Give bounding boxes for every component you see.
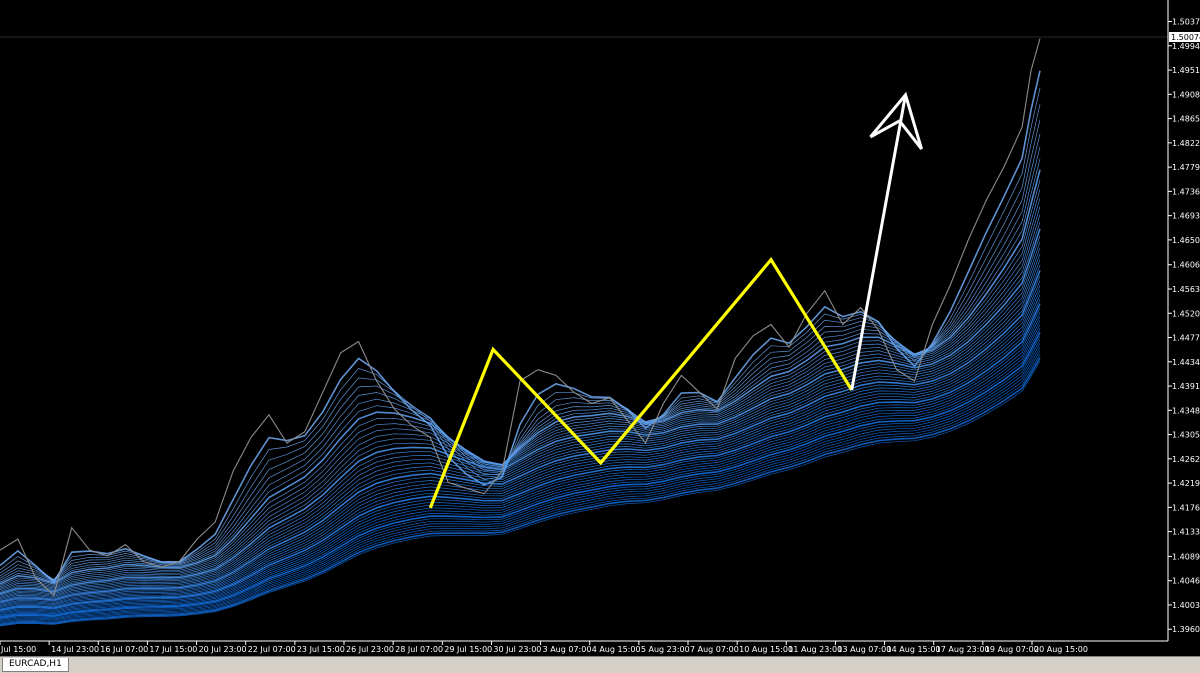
y-tick-label: 1.50370 [1172,18,1200,27]
y-tick-label: 1.46500 [1172,236,1200,245]
y-tick-label: 1.49510 [1172,66,1200,75]
x-tick-label: 11 Aug 23:00 [788,645,842,654]
y-tick-label: 1.46930 [1172,212,1200,221]
y-tick-label: 1.46060 [1172,261,1200,270]
y-tick-label: 1.43050 [1172,431,1200,440]
chart-tab-bar: EURCAD,H1 [0,656,1200,673]
chart-background [0,0,1200,656]
y-tick-label: 1.41760 [1172,503,1200,512]
x-tick-label: 13 Aug 07:00 [837,645,891,654]
x-tick-label: 19 Aug 07:00 [985,645,1039,654]
x-tick-label: 3 Aug 07:00 [543,645,592,654]
y-tick-label: 1.39600 [1172,625,1200,634]
y-tick-label: 1.44340 [1172,358,1200,367]
x-tick-label: 14 Aug 15:00 [887,645,941,654]
y-tick-label: 1.40030 [1172,601,1200,610]
y-tick-label: 1.49080 [1172,90,1200,99]
x-tick-label: 17 Jul 15:00 [149,645,197,654]
y-tick-label: 1.43910 [1172,382,1200,391]
y-tick-label: 1.43480 [1172,406,1200,415]
x-tick-label: 22 Jul 07:00 [248,645,296,654]
y-tick-label: 1.48650 [1172,115,1200,124]
x-tick-label: 14 Jul 23:00 [51,645,99,654]
y-tick-label: 1.40890 [1172,552,1200,561]
x-tick-label: 29 Jul 15:00 [444,645,492,654]
current-price-marker: 1.50074 [1169,32,1200,42]
x-tick-label: 16 Jul 07:00 [100,645,148,654]
y-tick-label: 1.40460 [1172,577,1200,586]
y-tick-label: 1.49940 [1172,42,1200,51]
y-tick-label: 1.45200 [1172,309,1200,318]
x-tick-label: 10 Aug 15:00 [739,645,793,654]
y-tick-label: 1.47790 [1172,163,1200,172]
x-tick-label: Jul 15:00 [0,645,36,654]
y-tick-label: 1.48220 [1172,139,1200,148]
x-tick-label: 17 Aug 23:00 [936,645,990,654]
x-tick-label: 23 Jul 15:00 [297,645,345,654]
x-tick-label: 5 Aug 23:00 [641,645,690,654]
x-tick-label: 20 Aug 15:00 [1034,645,1088,654]
x-tick-label: 4 Aug 15:00 [592,645,641,654]
y-tick-label: 1.41330 [1172,528,1200,537]
x-tick-label: 30 Jul 23:00 [493,645,541,654]
y-tick-label: 1.47360 [1172,187,1200,196]
y-tick-label: 1.42620 [1172,455,1200,464]
x-tick-label: 26 Jul 23:00 [346,645,394,654]
x-tick-label: 28 Jul 07:00 [395,645,443,654]
y-tick-label: 1.44770 [1172,334,1200,343]
y-tick-label: 1.42190 [1172,479,1200,488]
current-price-label: 1.50074 [1171,33,1200,42]
x-tick-label: 20 Jul 23:00 [199,645,247,654]
x-tick-label: 7 Aug 07:00 [690,645,739,654]
price-chart[interactable]: 1.50370 1.49940 1.49510 1.49080 1.48650 1.482… [0,0,1200,672]
chart-tab-eurcad[interactable]: EURCAD,H1 [2,658,69,672]
y-tick-label: 1.45630 [1172,285,1200,294]
